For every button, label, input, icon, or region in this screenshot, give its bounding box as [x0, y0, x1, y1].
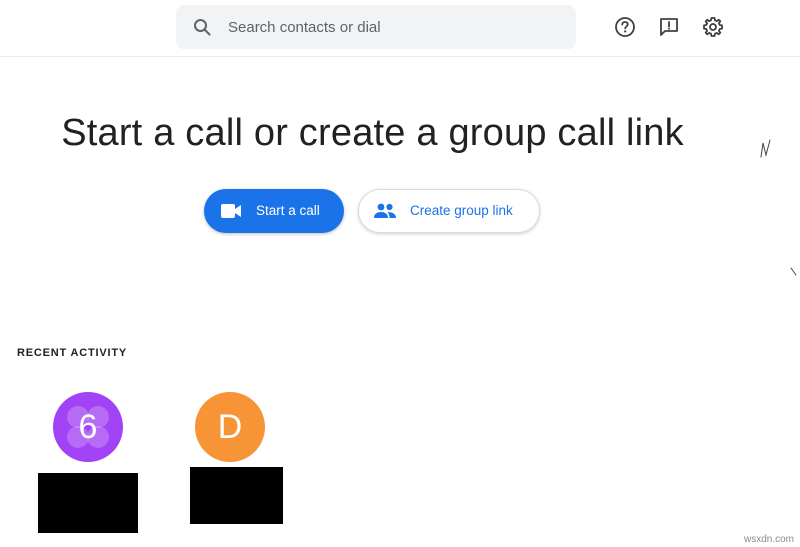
recent-activity-heading: RECENT ACTIVITY [17, 347, 127, 359]
redacted-name [38, 473, 138, 533]
recent-contact-avatar[interactable]: 6 [53, 392, 123, 462]
avatar-initial: D [217, 407, 243, 446]
gear-icon[interactable] [698, 12, 728, 42]
people-icon [373, 202, 397, 223]
top-bar [0, 0, 800, 57]
pen-mark [760, 139, 771, 158]
start-call-label: Start a call [256, 203, 320, 218]
create-group-link-label: Create group link [410, 203, 513, 218]
help-circle-icon[interactable] [610, 12, 640, 42]
start-call-button[interactable]: Start a call [204, 189, 344, 233]
redacted-name [190, 467, 283, 524]
search-icon[interactable] [193, 18, 211, 36]
watermark: wsxdn.com [743, 534, 794, 545]
video-camera-icon [221, 203, 243, 222]
pen-mark [790, 267, 797, 276]
page-title: Start a call or create a group call link [61, 112, 684, 154]
search-bar[interactable] [176, 5, 576, 49]
feedback-icon[interactable] [654, 12, 684, 42]
avatar-initial: 6 [78, 407, 98, 446]
search-input[interactable] [228, 5, 558, 49]
recent-contact-avatar[interactable]: D [195, 392, 265, 462]
create-group-link-button[interactable]: Create group link [358, 189, 540, 233]
